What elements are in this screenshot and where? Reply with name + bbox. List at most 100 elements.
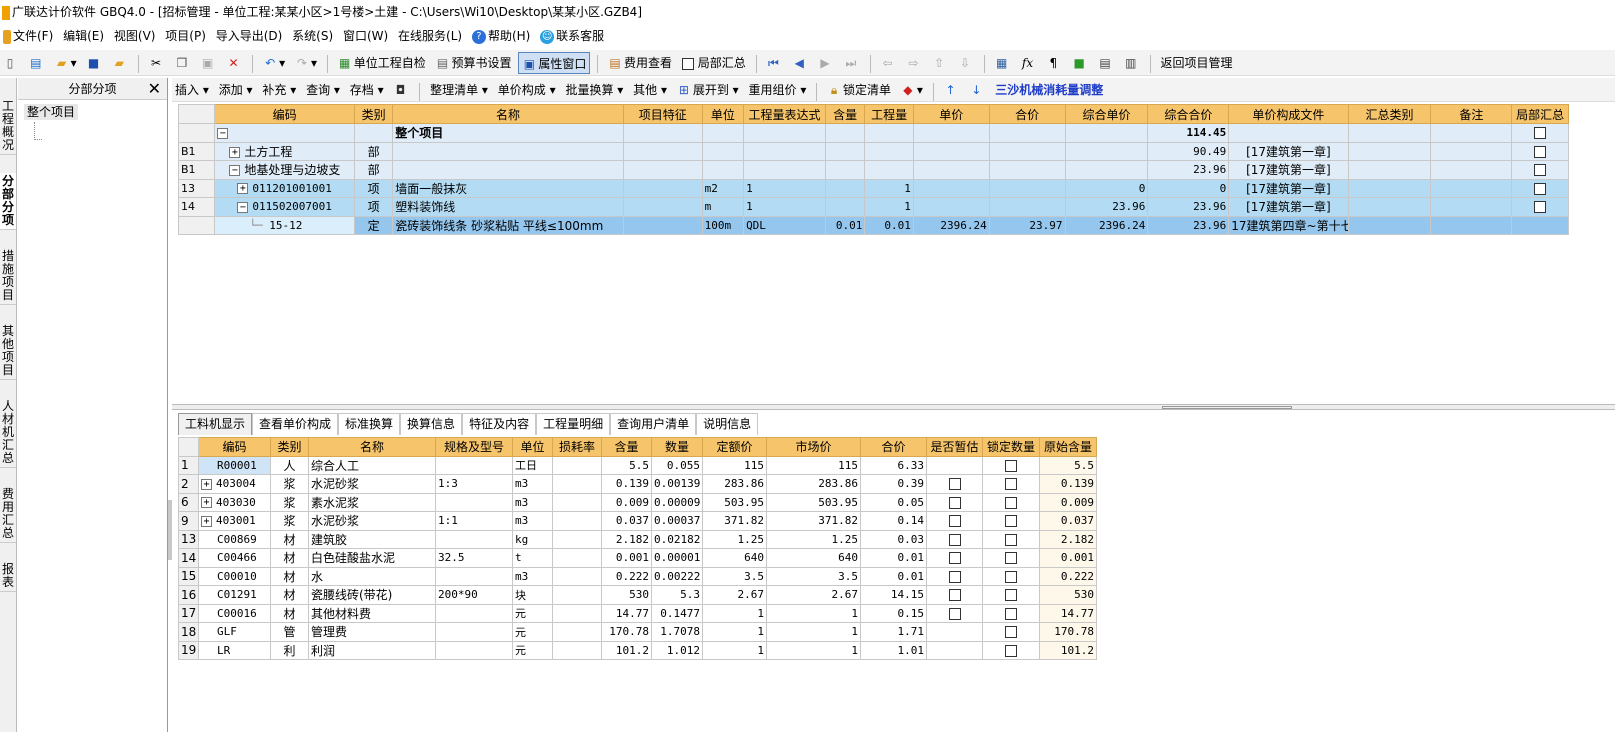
col-feature[interactable]: 项目特征 bbox=[622, 104, 703, 124]
market-price-cell[interactable]: 3.5 bbox=[766, 566, 861, 586]
first-record-icon[interactable]: ⏮ bbox=[763, 52, 785, 74]
original-content-cell[interactable]: 5.5 bbox=[1039, 455, 1097, 475]
total-cell[interactable]: 0.03 bbox=[860, 529, 927, 549]
estimated-cell[interactable] bbox=[926, 585, 983, 605]
table-row[interactable]: 9 +403001 浆水泥砂浆 1:1 m3 0.037 0.00037 371.82 371.… bbox=[178, 511, 1097, 531]
col-code[interactable]: 编码 bbox=[214, 104, 355, 124]
lock-qty-cell[interactable] bbox=[982, 622, 1040, 642]
total-cell[interactable] bbox=[988, 178, 1066, 198]
loss-rate-cell[interactable] bbox=[552, 492, 602, 512]
base-price-cell[interactable]: 1.25 bbox=[702, 529, 767, 549]
lock-qty-cell[interactable] bbox=[982, 640, 1040, 660]
code-cell[interactable]: −011502007001 bbox=[214, 197, 355, 217]
table-row[interactable]: 16 C01291 材瓷腰线砖(带花) 200*90 块 530 5.3 2.67 2.67 14… bbox=[178, 585, 1097, 605]
row-index[interactable]: 14 bbox=[178, 548, 199, 568]
table-row[interactable]: 13 +011201001001 项 墙面一般抹灰 m2 1 1 0 0 [17… bbox=[177, 178, 1569, 198]
partial-cell[interactable] bbox=[1511, 141, 1569, 161]
original-content-cell[interactable]: 0.139 bbox=[1039, 474, 1097, 494]
reuse-pricing-dropdown[interactable]: 重用组价 ▾ bbox=[746, 80, 810, 100]
base-price-cell[interactable]: 503.95 bbox=[702, 492, 767, 512]
type-cell[interactable]: 利 bbox=[270, 640, 309, 660]
unit-cell[interactable]: m3 bbox=[512, 492, 553, 512]
col-unit-price[interactable]: 单价 bbox=[912, 104, 990, 124]
partial-summary-checkbox[interactable] bbox=[1534, 182, 1547, 195]
qty-cell[interactable]: 0.00037 bbox=[651, 511, 703, 531]
type-cell[interactable]: 浆 bbox=[270, 492, 309, 512]
fee-view-button[interactable]: ▤ 费用查看 bbox=[605, 52, 675, 74]
comp-total-cell[interactable]: 90.49 bbox=[1147, 141, 1230, 161]
original-content-cell[interactable]: 0.001 bbox=[1039, 548, 1097, 568]
partial-summary-checkbox[interactable] bbox=[1534, 164, 1547, 177]
supplement-dropdown[interactable]: 补充 ▾ bbox=[259, 80, 299, 100]
loss-rate-cell[interactable] bbox=[552, 474, 602, 494]
content-cell[interactable]: 530 bbox=[601, 585, 652, 605]
row-index[interactable]: 9 bbox=[178, 511, 199, 531]
comp-price-cell[interactable] bbox=[1064, 123, 1149, 143]
menu-system[interactable]: 系统(S) bbox=[289, 24, 336, 48]
estimated-cell[interactable] bbox=[926, 529, 983, 549]
collapse-icon[interactable]: − bbox=[217, 127, 229, 139]
loss-rate-cell[interactable] bbox=[552, 548, 602, 568]
unit-cell[interactable] bbox=[701, 141, 745, 161]
estimated-cell[interactable] bbox=[926, 640, 983, 660]
market-price-cell[interactable]: 640 bbox=[766, 548, 861, 568]
lock-qty-checkbox[interactable] bbox=[1005, 533, 1017, 546]
qty-cell[interactable]: 5.3 bbox=[651, 585, 703, 605]
estimated-checkbox[interactable] bbox=[948, 570, 961, 583]
name-cell[interactable]: 建筑胶 bbox=[308, 529, 436, 549]
col-name[interactable]: 名称 bbox=[308, 437, 436, 457]
file-cell[interactable]: 17建筑第四章~第十七 bbox=[1228, 215, 1349, 235]
row-index[interactable]: 16 bbox=[178, 585, 199, 605]
expr-cell[interactable] bbox=[743, 123, 826, 143]
pane-splitter[interactable] bbox=[172, 404, 1615, 410]
lock-qty-cell[interactable] bbox=[982, 529, 1040, 549]
name-cell[interactable]: 水泥砂浆 bbox=[308, 474, 436, 494]
new-icon[interactable]: ▯ bbox=[0, 52, 22, 74]
row-index[interactable]: 13 bbox=[178, 529, 199, 549]
move-up-icon[interactable]: ⇧ bbox=[929, 52, 951, 74]
comp-price-cell[interactable]: 23.96 bbox=[1064, 197, 1149, 217]
table-row[interactable]: 2 +403004 浆水泥砂浆 1:3 m3 0.139 0.00139 283.86 283.… bbox=[178, 474, 1097, 494]
total-cell[interactable]: 0.39 bbox=[860, 474, 927, 494]
name-cell[interactable]: 水泥砂浆 bbox=[308, 511, 436, 531]
spec-cell[interactable]: 1:3 bbox=[435, 474, 513, 494]
name-cell[interactable]: 素水泥浆 bbox=[308, 492, 436, 512]
table-row[interactable]: 15 C00010 材水 m3 0.222 0.00222 3.5 3.5 0.01 0.222 bbox=[178, 566, 1097, 586]
total-cell[interactable]: 0.14 bbox=[860, 511, 927, 531]
estimated-checkbox[interactable] bbox=[948, 552, 961, 565]
spec-cell[interactable]: 32.5 bbox=[435, 548, 513, 568]
col-total[interactable]: 合价 bbox=[988, 104, 1066, 124]
loss-rate-cell[interactable] bbox=[552, 585, 602, 605]
copy-icon[interactable]: ❐ bbox=[172, 52, 194, 74]
partial-cell[interactable] bbox=[1511, 123, 1569, 143]
total-cell[interactable]: 0.05 bbox=[860, 492, 927, 512]
loss-rate-cell[interactable] bbox=[552, 603, 602, 623]
name-cell[interactable]: 水 bbox=[308, 566, 436, 586]
spec-cell[interactable] bbox=[435, 566, 513, 586]
price-cell[interactable]: 2396.24 bbox=[912, 215, 990, 235]
code-cell[interactable]: +011201001001 bbox=[214, 178, 355, 198]
new-file-icon[interactable]: ▤ bbox=[26, 52, 48, 74]
batch-convert-dropdown[interactable]: 批量换算 ▾ bbox=[562, 80, 626, 100]
qty-cell[interactable]: 0.055 bbox=[651, 455, 703, 475]
lock-qty-cell[interactable] bbox=[982, 585, 1040, 605]
type-cell[interactable]: 项 bbox=[353, 197, 394, 217]
lock-qty-checkbox[interactable] bbox=[1005, 478, 1017, 491]
code-cell[interactable]: C00869 bbox=[198, 529, 271, 549]
type-cell[interactable]: 定 bbox=[353, 215, 394, 235]
loss-rate-cell[interactable] bbox=[552, 455, 602, 475]
type-cell[interactable]: 材 bbox=[270, 603, 309, 623]
spec-cell[interactable]: 1:1 bbox=[435, 511, 513, 531]
collapse-icon[interactable]: − bbox=[237, 201, 249, 213]
col-expression[interactable]: 工程量表达式 bbox=[743, 104, 826, 124]
note-cell[interactable] bbox=[1430, 141, 1513, 161]
expand-icon[interactable]: + bbox=[201, 497, 212, 509]
estimated-cell[interactable] bbox=[926, 548, 983, 568]
content-cell[interactable]: 5.5 bbox=[601, 455, 652, 475]
total-cell[interactable]: 0.15 bbox=[860, 603, 927, 623]
estimated-cell[interactable] bbox=[926, 603, 983, 623]
type-cell[interactable]: 浆 bbox=[270, 511, 309, 531]
comp-total-cell[interactable]: 23.96 bbox=[1147, 215, 1230, 235]
expr-cell[interactable]: 1 bbox=[743, 178, 826, 198]
paste-icon[interactable]: ▣ bbox=[198, 52, 220, 74]
